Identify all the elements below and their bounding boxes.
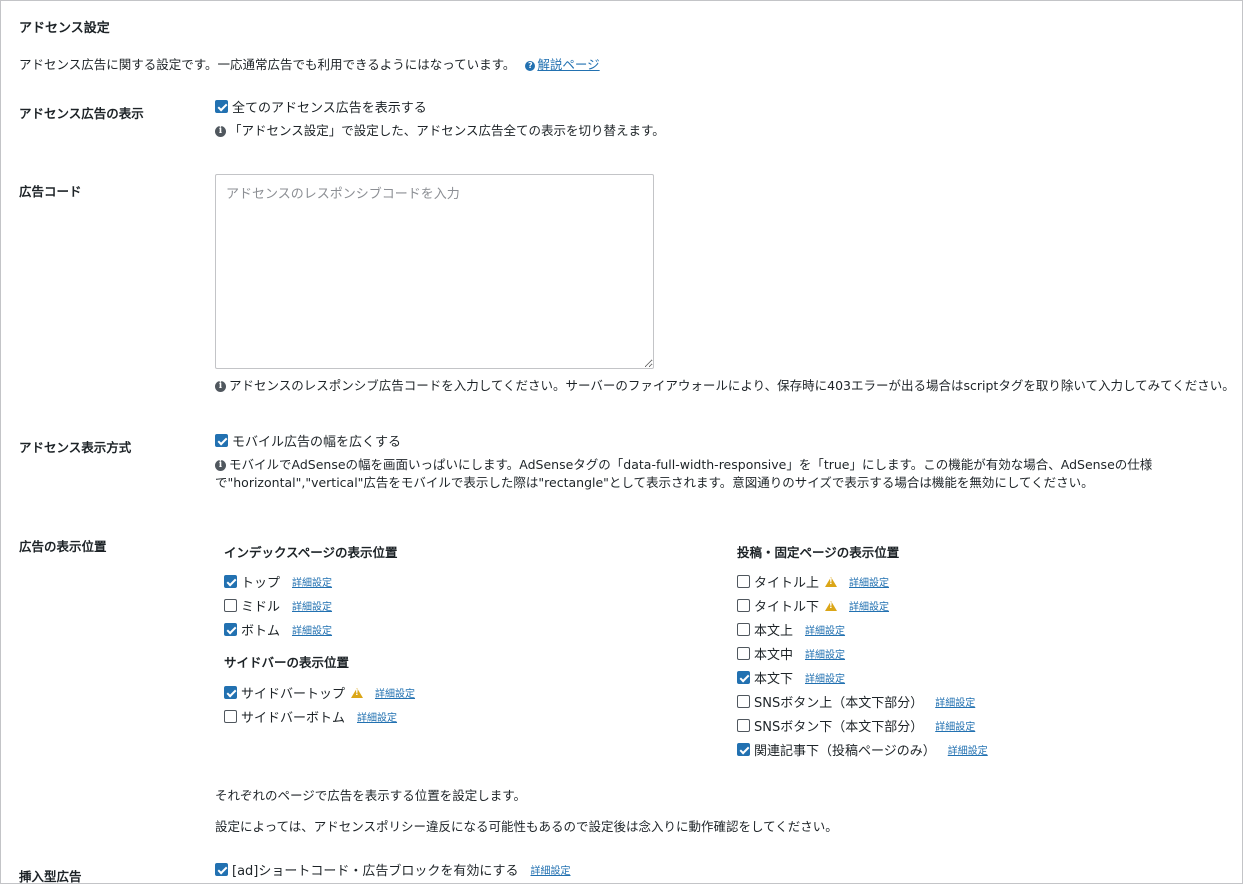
index-position-checkbox[interactable]: [224, 575, 237, 588]
post-position-item[interactable]: 本文中 詳細設定: [737, 644, 845, 663]
index-position-label: トップ: [241, 576, 281, 591]
post-position-label: 本文上: [754, 624, 794, 639]
post-position-label: SNSボタン下（本文下部分）: [754, 720, 924, 735]
index-position-item[interactable]: トップ 詳細設定: [224, 572, 332, 591]
insert-checkbox[interactable]: [215, 863, 228, 876]
question-circle-icon: ?: [525, 60, 536, 71]
mode-checkbox-label: モバイル広告の幅を広くする: [232, 435, 402, 450]
post-position-checkbox[interactable]: [737, 575, 750, 588]
display-checkbox[interactable]: [215, 100, 228, 113]
sidebar-position-item[interactable]: サイドバートップ 詳細設定: [224, 683, 415, 702]
info-circle-icon: i: [215, 460, 226, 471]
post-position-detail-link[interactable]: 詳細設定: [935, 694, 975, 709]
code-label: 広告コード: [19, 184, 82, 199]
index-heading: インデックスページの表示位置: [224, 545, 398, 560]
post-position-checkbox[interactable]: [737, 695, 750, 708]
insert-detail-link[interactable]: 詳細設定: [531, 862, 571, 877]
post-position-item[interactable]: 本文上 詳細設定: [737, 620, 845, 639]
index-position-checkbox[interactable]: [224, 599, 237, 612]
post-position-label: 本文中: [754, 648, 794, 663]
post-position-detail-link[interactable]: 詳細設定: [805, 670, 845, 685]
insert-checkbox-label: [ad]ショートコード・広告ブロックを有効にする: [232, 864, 519, 879]
post-position-item[interactable]: SNSボタン上（本文下部分） 詳細設定: [737, 692, 975, 711]
post-position-checkbox[interactable]: [737, 623, 750, 636]
insert-label: 挿入型広告: [19, 869, 82, 884]
post-position-detail-link[interactable]: 詳細設定: [805, 622, 845, 637]
post-position-label: 関連記事下（投稿ページのみ）: [754, 744, 936, 759]
display-label: アドセンス広告の表示: [19, 106, 144, 121]
ad-code-textarea[interactable]: [215, 174, 654, 369]
post-position-checkbox[interactable]: [737, 599, 750, 612]
sidebar-position-item[interactable]: サイドバーボトム 詳細設定: [224, 707, 397, 726]
index-position-label: ミドル: [241, 600, 281, 615]
mode-note: i モバイルでAdSenseの幅を画面いっぱいにします。AdSenseタグの「da…: [215, 454, 1152, 473]
index-position-label: ボトム: [241, 624, 281, 639]
help-page-link[interactable]: 解説ページ: [537, 57, 599, 72]
warning-triangle-icon: [825, 600, 838, 611]
post-position-item[interactable]: SNSボタン下（本文下部分） 詳細設定: [737, 716, 975, 735]
warning-triangle-icon: [825, 576, 838, 587]
post-position-detail-link[interactable]: 詳細設定: [948, 742, 988, 757]
post-position-item[interactable]: タイトル下 詳細設定: [737, 596, 889, 615]
display-checkbox-label: 全てのアドセンス広告を表示する: [232, 101, 427, 116]
mode-label: アドセンス表示方式: [19, 440, 132, 455]
index-position-item[interactable]: ボトム 詳細設定: [224, 620, 332, 639]
info-circle-icon: i: [215, 126, 226, 137]
section-title: アドセンス設定: [19, 21, 110, 36]
mobile-width-checkbox[interactable]: [215, 434, 228, 447]
position-note-1: それぞれのページで広告を表示する位置を設定します。: [215, 788, 527, 803]
display-note-text: 「アドセンス設定」で設定した、アドセンス広告全ての表示を切り替えます。: [229, 123, 665, 138]
insert-checkbox-row[interactable]: [ad]ショートコード・広告ブロックを有効にする 詳細設定: [215, 860, 571, 879]
index-position-checkbox[interactable]: [224, 623, 237, 636]
sidebar-position-label: サイドバーボトム: [241, 711, 346, 726]
post-position-checkbox[interactable]: [737, 647, 750, 660]
index-position-detail-link[interactable]: 詳細設定: [292, 598, 332, 613]
post-position-label: タイトル上: [754, 576, 820, 591]
section-intro-text: アドセンス広告に関する設定です。一応通常広告でも利用できるようにはなっています。: [19, 57, 516, 72]
post-position-label: 本文下: [754, 672, 794, 687]
code-note: i アドセンスのレスポンシブ広告コードを入力してください。サーバーのファイアウォー…: [215, 375, 1235, 394]
sidebar-position-checkbox[interactable]: [224, 686, 237, 699]
mode-note-line1: モバイルでAdSenseの幅を画面いっぱいにします。AdSenseタグの「dat…: [229, 457, 1153, 472]
section-intro: アドセンス広告に関する設定です。一応通常広告でも利用できるようにはなっています。…: [19, 54, 600, 73]
position-note-2: 設定によっては、アドセンスポリシー違反になる可能性もあるので設定後は念入りに動作…: [215, 819, 838, 834]
index-position-item[interactable]: ミドル 詳細設定: [224, 596, 332, 615]
mode-checkbox-row[interactable]: モバイル広告の幅を広くする: [215, 431, 401, 450]
sidebar-position-checkbox[interactable]: [224, 710, 237, 723]
display-checkbox-row[interactable]: 全てのアドセンス広告を表示する: [215, 97, 427, 116]
post-position-label: SNSボタン上（本文下部分）: [754, 696, 924, 711]
sidebar-heading: サイドバーの表示位置: [224, 655, 350, 670]
mode-note-line2: で"horizontal","vertical"広告をモバイルで表示した際は"r…: [215, 475, 1094, 490]
warning-triangle-icon: [351, 687, 364, 698]
post-position-detail-link[interactable]: 詳細設定: [849, 574, 889, 589]
post-position-label: タイトル下: [754, 600, 820, 615]
display-note: i 「アドセンス設定」で設定した、アドセンス広告全ての表示を切り替えます。: [215, 120, 665, 139]
index-position-detail-link[interactable]: 詳細設定: [292, 622, 332, 637]
post-position-detail-link[interactable]: 詳細設定: [849, 598, 889, 613]
info-circle-icon: i: [215, 381, 226, 392]
sidebar-position-label: サイドバートップ: [241, 687, 346, 702]
index-position-detail-link[interactable]: 詳細設定: [292, 574, 332, 589]
post-position-item[interactable]: 本文下 詳細設定: [737, 668, 845, 687]
sidebar-position-detail-link[interactable]: 詳細設定: [357, 709, 397, 724]
post-position-detail-link[interactable]: 詳細設定: [935, 718, 975, 733]
post-position-checkbox[interactable]: [737, 743, 750, 756]
post-position-item[interactable]: タイトル上 詳細設定: [737, 572, 889, 591]
code-note-text: アドセンスのレスポンシブ広告コードを入力してください。サーバーのファイアウォール…: [229, 378, 1235, 393]
post-heading: 投稿・固定ページの表示位置: [737, 545, 900, 560]
post-position-detail-link[interactable]: 詳細設定: [805, 646, 845, 661]
sidebar-position-detail-link[interactable]: 詳細設定: [375, 685, 415, 700]
position-label: 広告の表示位置: [19, 539, 107, 554]
post-position-item[interactable]: 関連記事下（投稿ページのみ） 詳細設定: [737, 740, 988, 759]
post-position-checkbox[interactable]: [737, 719, 750, 732]
post-position-checkbox[interactable]: [737, 671, 750, 684]
